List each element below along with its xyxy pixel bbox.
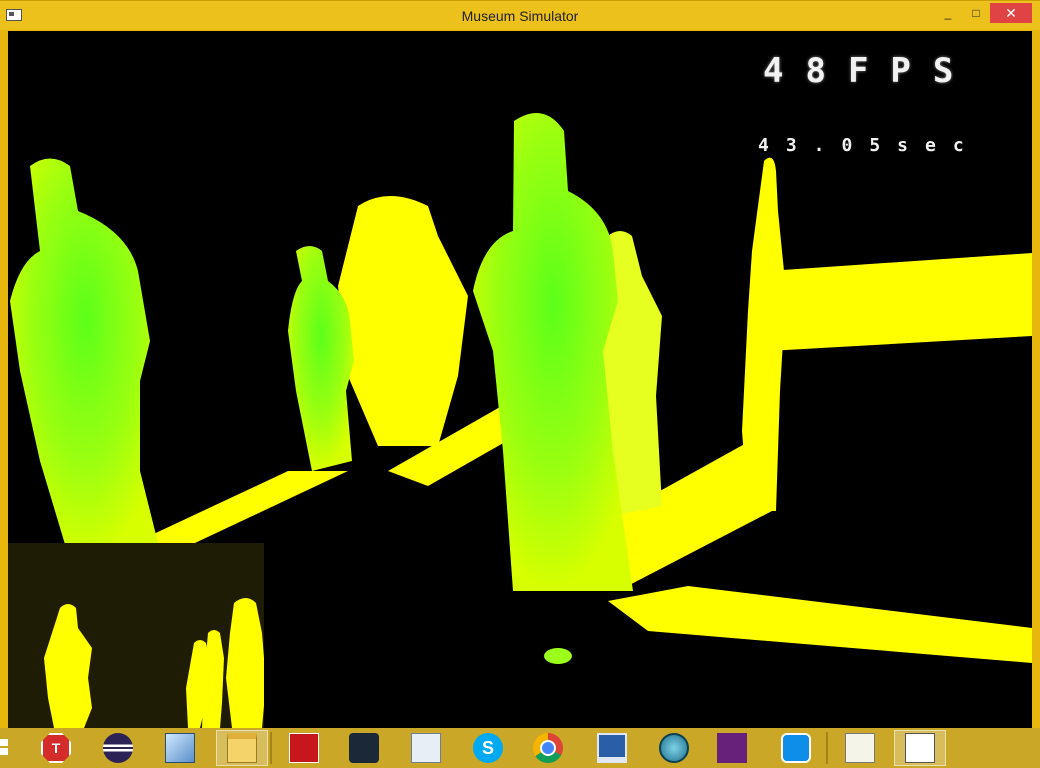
taskbar-app-remote-desktop[interactable] [586, 730, 638, 766]
taskbar-separator [270, 732, 272, 764]
statue-silhouette-far-right [742, 157, 786, 511]
steam-icon [349, 733, 379, 763]
t-app-icon: T [41, 733, 71, 763]
taskbar: T S [0, 728, 1040, 768]
taskbar-app-steam[interactable] [338, 730, 390, 766]
remote-desktop-icon [597, 733, 627, 763]
visual-studio-icon [717, 733, 747, 763]
floor-path-right-upper [768, 253, 1032, 351]
chrome-icon [533, 733, 563, 763]
window-title: Museum Simulator [461, 8, 579, 24]
taskbar-app-adobe[interactable] [278, 730, 330, 766]
taskbar-separator [826, 732, 828, 764]
museum-simulator-taskbar-icon [905, 733, 935, 763]
taskbar-app-visual-studio[interactable] [706, 730, 758, 766]
floor-path-left [128, 471, 348, 551]
title-bar: Museum Simulator _ □ ✕ [0, 0, 1040, 30]
statue-base-shadow [544, 648, 572, 664]
taskbar-app-museum-simulator[interactable] [894, 730, 946, 766]
taskbar-app-chrome[interactable] [522, 730, 574, 766]
statue-silhouette-back [338, 196, 468, 446]
minimap-silhouette-1 [44, 604, 92, 728]
taskbar-app-eclipse[interactable] [92, 730, 144, 766]
taskbar-app-notepad-plus-plus[interactable] [834, 730, 886, 766]
taskbar-app-network[interactable] [648, 730, 700, 766]
skype-icon: S [473, 733, 503, 763]
minimap [8, 543, 264, 728]
statue-left [10, 158, 160, 561]
close-button[interactable]: ✕ [990, 3, 1032, 23]
maximize-button[interactable]: □ [962, 3, 990, 23]
minimize-button[interactable]: _ [934, 3, 962, 23]
eclipse-icon [103, 733, 133, 763]
floor-path-bottom [608, 586, 1032, 663]
notepad-plus-plus-icon [845, 733, 875, 763]
taskbar-app-teamviewer[interactable] [770, 730, 822, 766]
taskbar-app-t[interactable]: T [30, 730, 82, 766]
taskbar-app-explorer[interactable] [216, 730, 268, 766]
file-explorer-icon [227, 733, 257, 763]
fps-counter: 48FPS [763, 51, 976, 91]
minimap-render [44, 598, 264, 728]
taskbar-app-skype[interactable]: S [462, 730, 514, 766]
3d-viewport[interactable]: 48FPS 43.05sec [8, 31, 1032, 728]
adobe-reader-icon [289, 733, 319, 763]
teamviewer-icon [781, 733, 811, 763]
minimap-silhouette-4 [226, 598, 264, 728]
elapsed-timer: 43.05sec [758, 135, 981, 156]
performance-monitor-icon [411, 733, 441, 763]
3d-cube-icon [165, 733, 195, 763]
taskbar-app-perfmon[interactable] [400, 730, 452, 766]
taskbar-app-cube[interactable] [154, 730, 206, 766]
network-tool-icon [659, 733, 689, 763]
start-button[interactable] [0, 736, 10, 758]
